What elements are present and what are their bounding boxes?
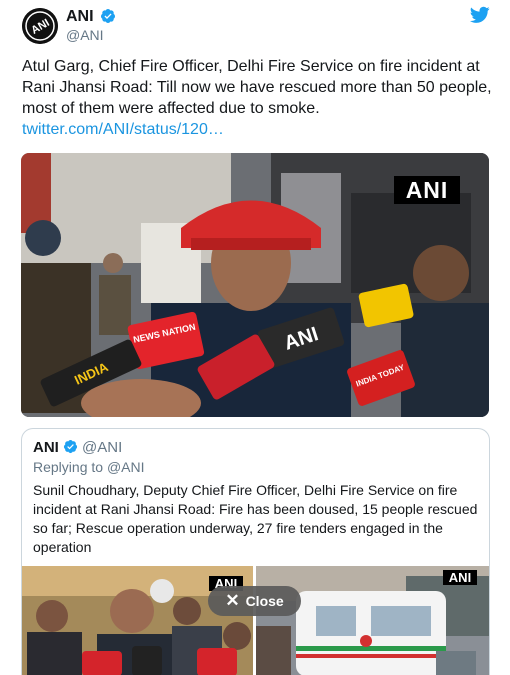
verified-badge-icon [100, 9, 115, 23]
quoted-author-handle[interactable]: @ANI [82, 439, 122, 456]
author-avatar[interactable]: ANI [22, 8, 58, 44]
quoted-photo2-watermark: ANI [443, 570, 477, 585]
close-label: Close [245, 593, 284, 609]
quoted-verified-badge-icon [63, 439, 78, 454]
twitter-bird-icon[interactable] [470, 6, 490, 24]
quoted-photos: ANI ANI [22, 566, 489, 675]
quoted-tweet-body: Sunil Choudhary, Deputy Chief Fire Offic… [33, 482, 478, 555]
author-name[interactable]: ANI [66, 8, 94, 26]
replying-to-label: Replying to [33, 459, 104, 475]
quoted-tweet[interactable]: ANI @ANI Replying to @ANI Sunil Choudhar… [21, 428, 490, 675]
tweet-text-block: Atul Garg, Chief Fire Officer, Delhi Fir… [22, 56, 492, 140]
embedded-tweet-card: ANI ANI @ANI Atul Garg, Chief Fire Offic… [0, 0, 510, 675]
tweet-body: Atul Garg, Chief Fire Officer, Delhi Fir… [22, 58, 492, 117]
replying-to-handle[interactable]: @ANI [107, 459, 145, 475]
author-handle[interactable]: @ANI [66, 27, 104, 43]
photo-watermark-ani: ANI [394, 176, 460, 204]
close-icon: ✕ [225, 591, 240, 610]
close-button[interactable]: ✕ Close [208, 586, 301, 616]
quoted-author-name[interactable]: ANI [33, 439, 59, 456]
tweet-link[interactable]: twitter.com/ANI/status/120… [22, 119, 492, 140]
replying-to: Replying to @ANI [33, 459, 145, 475]
